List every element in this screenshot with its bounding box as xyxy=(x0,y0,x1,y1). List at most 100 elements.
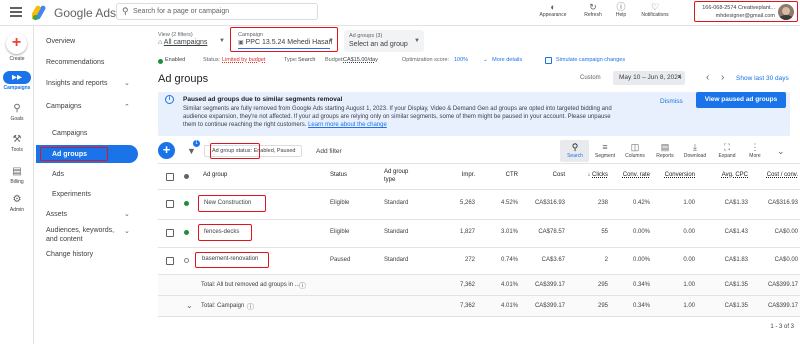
header-ctr[interactable]: CTR xyxy=(506,172,518,178)
ad-group-name-link[interactable]: fences-decks xyxy=(204,229,239,235)
create-button[interactable]: + xyxy=(6,33,27,54)
more-icon: ⋮ xyxy=(750,142,760,152)
header-type[interactable]: Ad group type xyxy=(384,168,414,184)
toolbar-columns-button[interactable]: ◫ Columns xyxy=(620,142,650,159)
simulate-checkbox[interactable] xyxy=(545,57,552,64)
search-icon: ⚲ xyxy=(122,6,129,16)
account-email: mhdesigner@gmail.com xyxy=(715,13,775,19)
header-cost-conv[interactable]: Cost / conv. xyxy=(767,172,798,178)
row-impr: 1,827 xyxy=(459,229,475,235)
chevron-down-icon[interactable]: ⌄ xyxy=(124,227,130,235)
header-avg-cpc[interactable]: Avg. CPC xyxy=(722,172,748,178)
toolbar-download-button[interactable]: ⤓ Download xyxy=(680,142,710,159)
toolbar-reports-label: Reports xyxy=(656,153,674,159)
chevron-down-icon[interactable]: ⌄ xyxy=(124,79,130,87)
view-paused-button[interactable]: View paused ad groups xyxy=(696,92,786,108)
select-all-checkbox[interactable] xyxy=(166,173,174,181)
campaign-status-strip: Enabled Status: Limited by budget Type: … xyxy=(158,57,658,66)
header-cost[interactable]: Cost xyxy=(553,172,565,178)
nav-item-audiences[interactable]: Audiences, keywords, and content xyxy=(46,226,122,244)
appearance-icon: ◐ xyxy=(550,2,556,12)
header-conversions[interactable]: Conversion xyxy=(665,172,695,178)
prev-period-icon[interactable]: ‹ xyxy=(706,72,709,83)
chevron-down-icon[interactable]: ⌄ xyxy=(186,301,193,310)
header-status[interactable]: Status xyxy=(330,172,347,178)
toolbar-expand-button[interactable]: ⛶ Expand xyxy=(712,142,742,159)
date-range-value: May 10 – Jun 8, 2024 xyxy=(619,74,682,81)
dropdown-arrow-icon: ▼ xyxy=(677,74,682,80)
row-clicks: 2 xyxy=(604,257,608,263)
filter-icon[interactable]: ▼ xyxy=(187,146,196,156)
help-icon[interactable]: ⓘ xyxy=(299,281,306,291)
global-search-box[interactable]: ⚲ Search for a page or campaign xyxy=(116,3,318,20)
nav-item-change-history[interactable]: Change history xyxy=(46,251,93,258)
row-divider xyxy=(158,316,800,317)
row-checkbox[interactable] xyxy=(166,229,174,237)
header-ad-group[interactable]: Ad group xyxy=(203,172,227,178)
rail-item-goals[interactable]: ⚲ Goals xyxy=(2,103,32,122)
date-range-picker[interactable]: Custom May 10 – Jun 8, 2024 ▼ xyxy=(580,71,700,86)
appearance-button[interactable]: ◐ Appearance xyxy=(536,2,570,18)
view-paused-label: View paused ad groups xyxy=(704,96,778,103)
brand-title: Google Ads xyxy=(54,6,117,20)
nav-item-ads[interactable]: Ads xyxy=(52,171,64,178)
add-filter-button[interactable]: Add filter xyxy=(316,148,342,155)
rail-item-campaigns[interactable]: ▸▸ Campaigns xyxy=(2,72,32,91)
chevron-down-icon[interactable]: ⌄ xyxy=(124,210,130,218)
account-switcher[interactable]: 166-068-2574 Creativeplant... mhdesigner… xyxy=(694,1,798,22)
menu-icon[interactable] xyxy=(10,7,22,17)
total-clicks: 295 xyxy=(597,282,608,288)
budget-value-link[interactable]: CA$15.00/day xyxy=(343,57,378,63)
collapse-toolbar-icon[interactable]: ⌄ xyxy=(777,146,785,157)
more-details-label: More details xyxy=(492,57,523,63)
rail-item-billing[interactable]: ▤ Billing xyxy=(2,166,32,185)
type-value: Search xyxy=(298,57,316,63)
header-clicks[interactable]: ↓ Clicks xyxy=(587,172,608,178)
campaign-selector[interactable]: Campaign ▣ PPC 13.5.24 Mehedi Hasan ▼ xyxy=(230,27,338,52)
simulate-label[interactable]: Simulate campaign changes xyxy=(556,57,625,63)
nav-item-recommendations[interactable]: Recommendations xyxy=(46,59,104,66)
optimization-value[interactable]: 100% xyxy=(454,57,468,63)
view-selector[interactable]: View (2 filters) ⌂ All campaigns ▼ xyxy=(158,32,226,52)
row-status-dot xyxy=(184,230,189,235)
header-impr[interactable]: Impr. xyxy=(462,172,475,178)
toolbar-search-button[interactable]: ⚲ Search xyxy=(560,142,590,159)
rail-item-tools[interactable]: ⚒ Tools xyxy=(2,134,32,153)
help-icon[interactable]: ⓘ xyxy=(247,302,254,312)
nav-item-insights[interactable]: Insights and reports xyxy=(46,80,107,87)
chevron-up-icon[interactable]: ⌃ xyxy=(124,103,130,111)
ad-group-selector[interactable]: Ad groups (3) Select an ad group ▼ xyxy=(344,30,424,52)
toolbar-reports-button[interactable]: ▤ Reports xyxy=(650,142,680,159)
learn-more-link[interactable]: Learn more about the change xyxy=(308,122,387,128)
nav-item-assets[interactable]: Assets xyxy=(46,211,67,218)
row-impr: 5,263 xyxy=(459,200,475,206)
ad-group-name-link[interactable]: New Construction xyxy=(204,200,251,206)
toolbar-segment-button[interactable]: ≡ Segment xyxy=(590,142,620,159)
row-checkbox[interactable] xyxy=(166,200,174,208)
nav-item-ad-groups[interactable]: Ad groups xyxy=(40,147,108,161)
toolbar-search-label: Search xyxy=(567,153,583,159)
nav-item-campaigns[interactable]: Campaigns xyxy=(52,130,87,137)
status-value-link[interactable]: Limited by budget xyxy=(222,57,265,63)
row-ctr: 3.01% xyxy=(500,229,518,235)
notifications-button[interactable]: ♡ Notifications xyxy=(638,2,672,18)
ad-group-name-link[interactable]: basement-renovation xyxy=(202,256,258,262)
toolbar-more-button[interactable]: ⋮ More xyxy=(740,142,770,159)
nav-group-campaigns[interactable]: Campaigns xyxy=(46,103,81,110)
show-last-link[interactable]: Show last 30 days xyxy=(736,75,789,82)
rail-item-admin[interactable]: ⚙ Admin xyxy=(2,194,32,213)
help-button[interactable]: ⓘ Help xyxy=(604,2,638,18)
campaign-selector-label: Campaign xyxy=(238,32,264,38)
total-removed-label: Total: All but removed ad groups in ... xyxy=(201,282,300,288)
row-impr: 272 xyxy=(464,257,475,263)
nav-item-overview[interactable]: Overview xyxy=(46,38,75,45)
nav-item-experiments[interactable]: Experiments xyxy=(52,191,91,198)
plus-icon: + xyxy=(11,34,22,51)
more-details-link[interactable]: ⌄ More details xyxy=(483,57,522,63)
next-period-icon[interactable]: › xyxy=(721,72,724,83)
add-ad-group-button[interactable]: + xyxy=(158,142,175,159)
row-checkbox[interactable] xyxy=(166,257,174,265)
header-conv-rate[interactable]: Conv. rate xyxy=(623,172,650,178)
dismiss-button[interactable]: Dismiss xyxy=(660,98,683,105)
appearance-label: Appearance xyxy=(539,12,567,18)
